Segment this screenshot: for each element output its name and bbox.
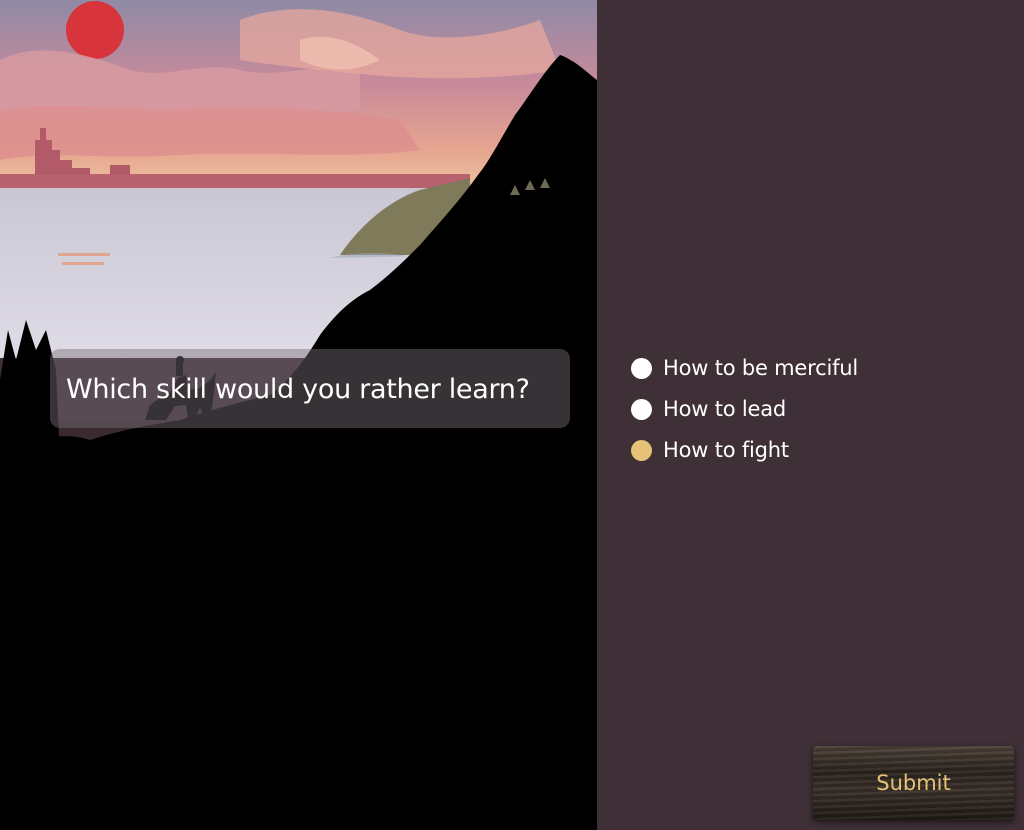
submit-button[interactable]: Submit <box>813 746 1014 820</box>
radio-unselected-icon[interactable] <box>631 357 652 379</box>
options-panel: How to be merciful How to lead How to fi… <box>597 0 1024 830</box>
option-how-to-lead[interactable]: How to lead <box>631 393 786 425</box>
quiz-screen: Which skill would you rather learn? How … <box>0 0 1024 830</box>
option-label: How to be merciful <box>663 356 859 380</box>
option-how-to-fight[interactable]: How to fight <box>631 434 789 466</box>
option-label: How to fight <box>663 438 789 462</box>
option-label: How to lead <box>663 397 787 421</box>
option-how-to-be-merciful[interactable]: How to be merciful <box>631 352 858 384</box>
radio-unselected-icon[interactable] <box>631 398 652 420</box>
question-text: Which skill would you rather learn? <box>66 374 530 405</box>
radio-selected-icon[interactable] <box>631 439 652 461</box>
